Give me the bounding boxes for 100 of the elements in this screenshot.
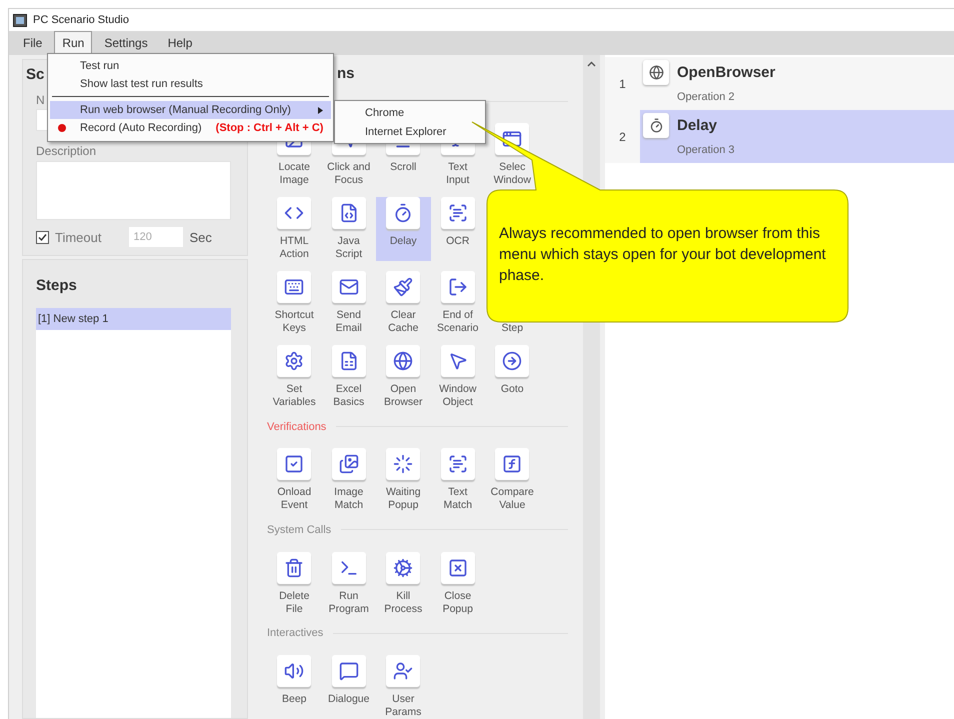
user-check-icon (393, 661, 414, 681)
menu-entry[interactable]: Run web browser (Manual Recording Only) (50, 101, 331, 119)
row-number: 1 (605, 57, 640, 110)
action-label: Beep (282, 693, 307, 707)
action-label: Send Email (336, 308, 362, 335)
action-button[interactable] (495, 448, 530, 480)
description-field[interactable] (36, 161, 231, 220)
action-label: Selec Window (494, 160, 531, 187)
panel-heading: ns (337, 64, 355, 82)
shortcut-hint: (Stop : Ctrl + Alt + C) (216, 122, 324, 134)
code-file-icon (338, 202, 359, 223)
step-row[interactable]: Delay Operation 3 (640, 110, 954, 163)
action-button[interactable] (440, 196, 475, 229)
step-item[interactable]: [1] New step 1 (36, 308, 231, 330)
action-label: Window Object (439, 382, 476, 409)
panel-heading: Sc (26, 66, 44, 83)
action-button[interactable] (277, 196, 312, 229)
action-button[interactable] (332, 448, 366, 480)
action-label: HTML Action (280, 234, 309, 261)
action-button[interactable] (440, 552, 475, 584)
spinner-icon (393, 454, 414, 474)
action-label: Compare Value (490, 486, 534, 512)
checked-window-icon (284, 454, 304, 474)
action-button[interactable] (386, 196, 420, 229)
step-row[interactable]: OpenBrowser Operation 2 (640, 57, 954, 110)
action-label: Locate Image (278, 160, 310, 187)
action-label: Step (501, 320, 524, 335)
action-label: OCR (446, 234, 470, 249)
function-icon (502, 454, 522, 474)
action-button[interactable] (386, 344, 420, 377)
action-label: Set Variables (272, 382, 316, 409)
action-label: Scroll (390, 160, 416, 175)
action-label: Dialogue (328, 693, 370, 707)
menu-item[interactable]: Settings (96, 31, 156, 55)
action-button[interactable] (277, 448, 312, 480)
unit-label: Sec (189, 230, 212, 244)
menu-entry[interactable]: Internet Explorer (335, 122, 485, 141)
menu-item[interactable]: File (15, 31, 50, 55)
menu-item[interactable]: Help (160, 31, 200, 55)
close-window-icon (448, 558, 468, 578)
globe-icon (648, 64, 664, 80)
pointer-icon (448, 350, 468, 371)
step-title: OpenBrowser (677, 64, 776, 80)
checkbox-label: Timeout (55, 230, 102, 244)
action-button[interactable] (495, 344, 530, 377)
action-label: Close Popup (442, 590, 473, 616)
action-button[interactable] (386, 448, 420, 480)
action-button[interactable] (332, 270, 366, 303)
record-dot-icon (58, 124, 66, 132)
action-button[interactable] (386, 552, 420, 584)
action-label: Onload Event (277, 486, 312, 512)
section-title: Interactives (267, 627, 324, 640)
menu-entry[interactable]: Chrome (335, 103, 485, 122)
stopwatch-icon (648, 118, 664, 132)
action-label: Delete File (279, 590, 310, 616)
action-button[interactable] (277, 270, 312, 303)
step-title: Delay (677, 116, 718, 134)
action-label: Excel Basics (333, 382, 364, 409)
section-title: System Calls (267, 524, 332, 536)
caret-icon (318, 106, 323, 114)
gear-icon (284, 350, 304, 371)
action-button[interactable] (332, 344, 366, 377)
stopwatch-icon (393, 202, 414, 223)
timeout-checkbox[interactable] (36, 230, 49, 244)
action-label: Clear Cache (388, 308, 418, 335)
exit-icon (448, 276, 468, 297)
keyboard-icon (284, 276, 304, 297)
action-button[interactable] (332, 196, 366, 229)
message-icon (338, 661, 359, 681)
action-label: Image Match (334, 486, 364, 512)
action-button[interactable] (332, 552, 366, 584)
window-icon (502, 128, 522, 149)
action-button[interactable] (440, 448, 475, 480)
action-button[interactable] (277, 344, 312, 377)
cog-icon (393, 558, 414, 578)
menu-item[interactable]: Run (54, 31, 92, 55)
action-button[interactable] (277, 655, 312, 687)
panel-heading: Steps (36, 277, 77, 294)
selected-action[interactable]: Delay (376, 196, 430, 261)
action-button[interactable] (277, 552, 312, 584)
action-label: Text Match (443, 486, 472, 512)
action-label: Open Browser (384, 382, 422, 409)
action-button[interactable] (332, 655, 366, 687)
action-label: Run Program (328, 590, 369, 616)
action-button[interactable] (440, 270, 475, 303)
step-subtitle: Operation 3 (677, 144, 736, 156)
callout-text: Always recommended to open browser from this menu which stays open for your bot development phase. (499, 224, 827, 286)
action-label: Text Input (446, 160, 470, 187)
envelope-icon (338, 276, 359, 297)
field-label: Description (36, 144, 98, 158)
globe-icon (393, 350, 414, 371)
trash-icon (284, 558, 304, 578)
action-button[interactable] (440, 344, 475, 377)
action-label: Waiting Popup (386, 486, 421, 512)
action-button[interactable] (386, 270, 420, 303)
row-number: 2 (605, 110, 640, 163)
menu-entry[interactable]: Test run (50, 57, 331, 75)
menu-entry[interactable]: Show last test run results (50, 75, 331, 93)
action-button[interactable] (386, 655, 420, 687)
menu-entry[interactable]: Record (Auto Recording) (Stop : Ctrl + Alt + C) (50, 119, 331, 137)
